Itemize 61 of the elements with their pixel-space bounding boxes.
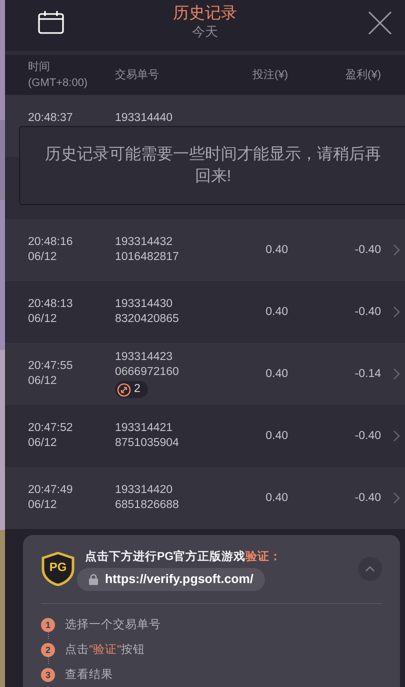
spin-icon <box>117 382 131 396</box>
stake-amount: 0.40 <box>264 366 288 382</box>
transaction-id: 193314421 <box>115 421 173 436</box>
transaction-id: 193314423 <box>115 350 173 365</box>
column-header: 交易单号 <box>115 68 159 83</box>
transaction-id: 193314420 <box>115 483 173 498</box>
page-title: 历史记录 <box>173 4 237 24</box>
stake-amount: 0.40 <box>264 242 288 258</box>
time-text: 20:48:16 <box>28 235 73 250</box>
time-text: 20:47:49 <box>28 483 73 498</box>
date-filter-label: 今天 <box>192 24 218 40</box>
step-text: 选择一个交易单号 <box>65 617 161 632</box>
transaction-id: 0666972160 <box>115 365 179 380</box>
chevron-right-icon[interactable] <box>393 368 401 380</box>
transaction-id: 193314440 <box>115 111 173 126</box>
profit-amount: -0.40 <box>354 490 381 506</box>
chevron-up-icon <box>365 566 375 572</box>
date-text: 06/12 <box>28 250 57 265</box>
close-icon[interactable] <box>367 10 393 36</box>
chevron-right-icon[interactable] <box>393 492 401 504</box>
date-text: 06/12 <box>28 312 57 327</box>
step-number: 1 <box>41 618 55 632</box>
free-spin-badge: 2 <box>115 381 148 398</box>
collapse-button[interactable] <box>358 557 382 581</box>
transaction-id: 193314430 <box>115 297 173 312</box>
stake-amount: 0.40 <box>264 490 288 506</box>
chevron-right-icon[interactable] <box>393 430 401 442</box>
time-text: 20:47:55 <box>28 359 73 374</box>
transaction-id: 193314432 <box>115 235 173 250</box>
column-header: 盈利(¥) <box>346 68 381 83</box>
profit-amount: -0.40 <box>354 242 381 258</box>
profit-amount: -0.14 <box>354 366 381 382</box>
transaction-id: 8320420865 <box>115 312 179 327</box>
stake-amount: 0.40 <box>264 304 288 320</box>
time-text: 20:48:37 <box>28 111 73 126</box>
date-text: 06/12 <box>28 436 57 451</box>
step-text: 点击"验证"按钮 <box>65 642 146 657</box>
transaction-id: 1016482817 <box>115 250 179 265</box>
pg-shield-logo: PG <box>41 552 75 586</box>
step-text: 查看结果 <box>65 668 113 682</box>
profit-amount: -0.40 <box>354 428 381 444</box>
calendar-icon[interactable] <box>38 10 64 34</box>
stake-amount: 0.40 <box>264 428 288 444</box>
lock-icon <box>89 574 98 585</box>
chevron-right-icon[interactable] <box>393 244 401 256</box>
verify-link[interactable]: https://verify.pgsoft.com/ <box>77 568 266 591</box>
transaction-id: 6851826688 <box>115 498 179 513</box>
column-header: 时间 <box>28 60 50 75</box>
chevron-right-icon[interactable] <box>393 306 401 318</box>
time-text: 20:47:52 <box>28 421 73 436</box>
date-text: 06/12 <box>28 374 57 389</box>
date-text: 06/12 <box>28 498 57 513</box>
profit-amount: -0.40 <box>354 304 381 320</box>
column-header: 投注(¥) <box>252 68 288 83</box>
step-number: 2 <box>41 642 55 656</box>
time-text: 20:48:13 <box>28 297 73 312</box>
column-header-note: (GMT+8:00) <box>28 76 88 91</box>
verify-heading: 点击下方进行PG官方正版游戏验证： <box>85 549 282 565</box>
step-number: 3 <box>41 668 55 682</box>
transaction-id: 8751035904 <box>115 436 179 451</box>
notice-text: 历史记录可能需要一些时间才能显示，请稍后再回来! <box>44 144 382 186</box>
